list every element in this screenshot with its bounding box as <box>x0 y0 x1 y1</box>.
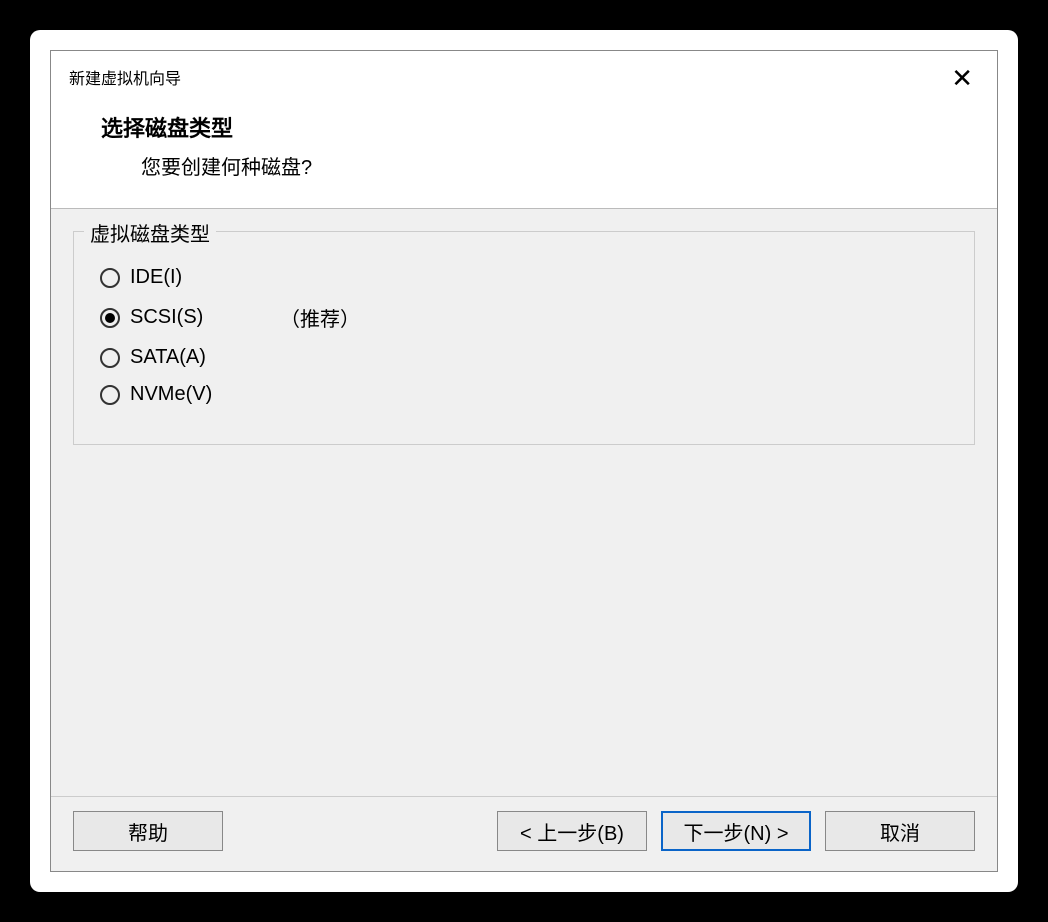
radio-ide[interactable]: IDE(I) <box>100 266 956 289</box>
disk-type-group: 虚拟磁盘类型 IDE(I) SCSI(S) （推荐） SATA(A) <box>73 231 975 445</box>
radio-label: SATA(A) <box>130 346 250 369</box>
wizard-footer: 帮助 < 上一步(B) 下一步(N) > 取消 <box>51 796 997 871</box>
page-title: 选择磁盘类型 <box>101 111 997 143</box>
dialog-title: 新建虚拟机向导 <box>69 65 181 89</box>
cancel-button[interactable]: 取消 <box>825 811 975 851</box>
titlebar: 新建虚拟机向导 ✕ <box>51 51 997 101</box>
radio-label: IDE(I) <box>130 266 250 289</box>
back-button[interactable]: < 上一步(B) <box>497 811 647 851</box>
radio-icon <box>100 385 120 405</box>
help-button[interactable]: 帮助 <box>73 811 223 851</box>
next-button[interactable]: 下一步(N) > <box>661 811 811 851</box>
page-subtitle: 您要创建何种磁盘? <box>141 151 997 180</box>
radio-icon <box>100 308 120 328</box>
wizard-header: 选择磁盘类型 您要创建何种磁盘? <box>51 101 997 209</box>
radio-label: SCSI(S) <box>130 306 250 329</box>
radio-sata[interactable]: SATA(A) <box>100 346 956 369</box>
wizard-dialog: 新建虚拟机向导 ✕ 选择磁盘类型 您要创建何种磁盘? 虚拟磁盘类型 IDE(I)… <box>50 50 998 872</box>
wizard-body: 虚拟磁盘类型 IDE(I) SCSI(S) （推荐） SATA(A) <box>51 209 997 796</box>
radio-icon <box>100 348 120 368</box>
radio-hint: （推荐） <box>280 303 360 332</box>
group-legend: 虚拟磁盘类型 <box>84 218 216 247</box>
radio-label: NVMe(V) <box>130 383 250 406</box>
radio-icon <box>100 268 120 288</box>
radio-scsi[interactable]: SCSI(S) （推荐） <box>100 303 956 332</box>
close-icon[interactable]: ✕ <box>945 65 979 91</box>
radio-nvme[interactable]: NVMe(V) <box>100 383 956 406</box>
